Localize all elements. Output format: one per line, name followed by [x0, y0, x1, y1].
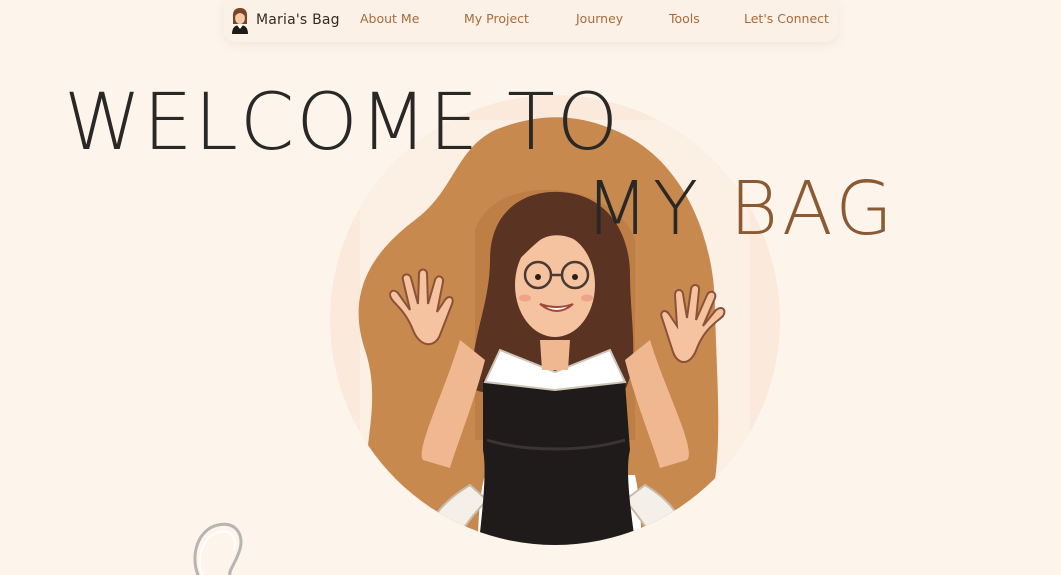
nav-link-journey[interactable]: Journey	[576, 11, 623, 26]
hero-title-line2: MY BAG	[585, 172, 897, 246]
scribble-loop-decoration	[193, 522, 243, 575]
nav-link-tools[interactable]: Tools	[669, 11, 700, 26]
brand-avatar-icon	[232, 8, 248, 34]
nav-link-about-me[interactable]: About Me	[360, 11, 419, 26]
brand-name: Maria's Bag	[256, 12, 340, 28]
hero-title-line1: WELCOME TO	[64, 78, 621, 168]
apron	[475, 374, 640, 545]
top-navbar: Maria's Bag About Me My Project Journey …	[224, 0, 838, 42]
nav-link-lets-connect[interactable]: Let's Connect	[744, 11, 829, 26]
hero-title-bag: BAG	[729, 166, 897, 252]
nav-link-my-project[interactable]: My Project	[464, 11, 529, 26]
hero-title-my: MY	[585, 166, 703, 252]
brand[interactable]: Maria's Bag	[230, 6, 340, 34]
